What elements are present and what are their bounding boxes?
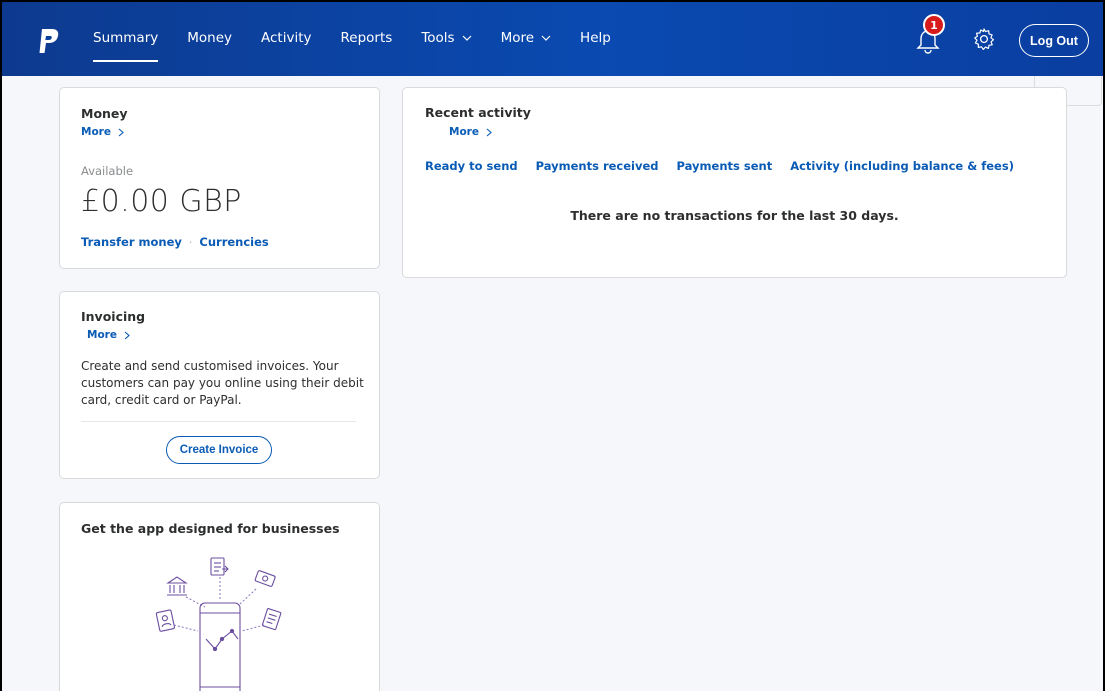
no-transactions-message: There are no transactions for the last 3…	[570, 208, 899, 223]
balance-amount: £0.00 GBP	[81, 184, 242, 219]
nav-summary-label: Summary	[93, 30, 159, 46]
available-label: Available	[81, 164, 134, 178]
chevron-down-icon	[462, 35, 472, 41]
money-links: Transfer money · Currencies	[81, 235, 269, 249]
money-more-link[interactable]: More	[81, 126, 124, 138]
nav-more-label: More	[500, 30, 535, 46]
phone-chart-icon	[199, 602, 241, 691]
chevron-right-icon	[118, 128, 124, 136]
create-invoice-button[interactable]: Create Invoice	[166, 436, 272, 464]
nav-more[interactable]: More	[501, 0, 551, 76]
money-card-title: Money	[81, 106, 128, 121]
invoicing-more-label: More	[87, 329, 117, 341]
app-promo-card: Get the app designed for businesses	[59, 502, 380, 691]
business-app-illustration	[155, 557, 282, 691]
activity-more-label: More	[449, 126, 479, 138]
notification-badge[interactable]: 1	[923, 14, 945, 36]
nav-money[interactable]: Money	[187, 0, 232, 76]
tab-ready-to-send[interactable]: Ready to send	[425, 159, 518, 173]
activity-more-link[interactable]: More	[449, 126, 492, 138]
tab-payments-received[interactable]: Payments received	[536, 159, 659, 173]
invoice-icon	[210, 557, 229, 576]
nav-tools-label: Tools	[421, 30, 455, 46]
paypal-logo-icon[interactable]	[38, 28, 60, 56]
main-nav: Summary Money Activity Reports Tools Mor…	[78, 0, 625, 76]
chevron-right-icon	[124, 331, 130, 339]
transfer-money-link[interactable]: Transfer money	[81, 235, 182, 249]
tab-activity-all[interactable]: Activity (including balance & fees)	[790, 159, 1014, 173]
money-card: Money More Available £0.00 GBP Transfer …	[59, 87, 380, 269]
money-more-label: More	[81, 126, 111, 138]
nav-activity-label: Activity	[261, 30, 312, 46]
nav-help-label: Help	[580, 30, 611, 46]
invoicing-card-title: Invoicing	[81, 309, 146, 324]
nav-reports[interactable]: Reports	[341, 0, 393, 76]
nav-tools[interactable]: Tools	[421, 0, 472, 76]
app-card-title: Get the app designed for businesses	[81, 521, 340, 536]
chevron-right-icon	[486, 128, 492, 136]
invoicing-description: Create and send customised invoices. You…	[81, 359, 364, 407]
nav-activity[interactable]: Activity	[261, 0, 312, 76]
log-out-button[interactable]: Log Out	[1019, 24, 1089, 57]
nav-reports-label: Reports	[340, 30, 393, 46]
nav-summary[interactable]: Summary	[93, 0, 159, 76]
chevron-down-icon	[541, 35, 551, 41]
tab-payments-sent[interactable]: Payments sent	[677, 159, 773, 173]
invoicing-divider	[81, 421, 356, 422]
invoicing-more-link[interactable]: More	[87, 329, 130, 341]
contact-card-icon	[155, 609, 175, 632]
currencies-link[interactable]: Currencies	[199, 235, 268, 249]
top-navigation-bar: Summary Money Activity Reports Tools Mor…	[0, 0, 1105, 76]
dotted-connectors	[173, 577, 265, 632]
nav-money-label: Money	[187, 30, 233, 46]
recent-activity-title: Recent activity	[425, 105, 531, 120]
receipt-icon	[261, 608, 282, 631]
activity-tabs: Ready to send Payments received Payments…	[425, 159, 1032, 173]
bank-icon	[166, 576, 188, 596]
link-separator: ·	[188, 235, 193, 249]
cash-icon	[254, 570, 276, 587]
gear-icon[interactable]	[972, 27, 996, 51]
recent-activity-card: Recent activity More Ready to send Payme…	[402, 87, 1067, 278]
nav-help[interactable]: Help	[580, 0, 611, 76]
invoicing-card: Invoicing More Create and send customise…	[59, 291, 380, 479]
